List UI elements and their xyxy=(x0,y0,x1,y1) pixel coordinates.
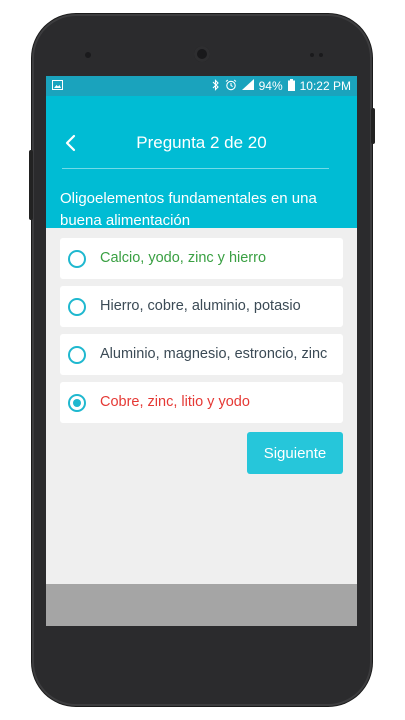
earpiece-speaker xyxy=(194,46,210,62)
sensor-dot xyxy=(310,53,314,57)
radio-button[interactable] xyxy=(68,249,86,268)
answer-option-2[interactable]: Hierro, cobre, aluminio, potasio xyxy=(60,286,343,327)
clock: 10:22 PM xyxy=(299,79,351,93)
sensor-dot xyxy=(319,53,323,57)
radio-button[interactable] xyxy=(68,297,86,316)
answer-list: Calcio, yodo, zinc y hierro Hierro, cobr… xyxy=(46,228,357,423)
battery-percent: 94% xyxy=(258,79,283,93)
alarm-icon xyxy=(225,79,237,94)
answer-option-3[interactable]: Aluminio, magnesio, estroncio, zinc xyxy=(60,334,343,375)
battery-icon xyxy=(287,78,295,94)
volume-button xyxy=(29,150,33,220)
page-title: Pregunta 2 de 20 xyxy=(136,133,267,152)
app-screen: 94% 10:22 PM Pregunta 2 de 20 Oligoeleme… xyxy=(46,76,357,626)
answer-label: Hierro, cobre, aluminio, potasio xyxy=(100,298,301,314)
answer-option-1[interactable]: Calcio, yodo, zinc y hierro xyxy=(60,238,343,279)
next-button[interactable]: Siguiente xyxy=(247,432,343,474)
question-text: Oligoelementos fundamentales en una buen… xyxy=(60,190,317,229)
answer-label: Cobre, zinc, litio y yodo xyxy=(100,394,250,410)
radio-button[interactable] xyxy=(68,345,86,364)
answer-label: Calcio, yodo, zinc y hierro xyxy=(100,250,267,266)
system-nav-bar xyxy=(46,584,357,626)
radio-button-selected[interactable] xyxy=(68,393,86,412)
app-header: Pregunta 2 de 20 Oligoelementos fundamen… xyxy=(46,96,357,229)
gallery-notification-icon xyxy=(52,79,63,93)
answer-label: Aluminio, magnesio, estroncio, zinc xyxy=(100,346,328,362)
power-button xyxy=(371,108,375,144)
signal-icon xyxy=(241,79,254,93)
bluetooth-icon xyxy=(212,78,220,94)
answer-option-4[interactable]: Cobre, zinc, litio y yodo xyxy=(60,382,343,423)
status-bar: 94% 10:22 PM xyxy=(46,76,357,96)
header-divider xyxy=(62,168,329,169)
front-camera-icon xyxy=(85,52,91,58)
